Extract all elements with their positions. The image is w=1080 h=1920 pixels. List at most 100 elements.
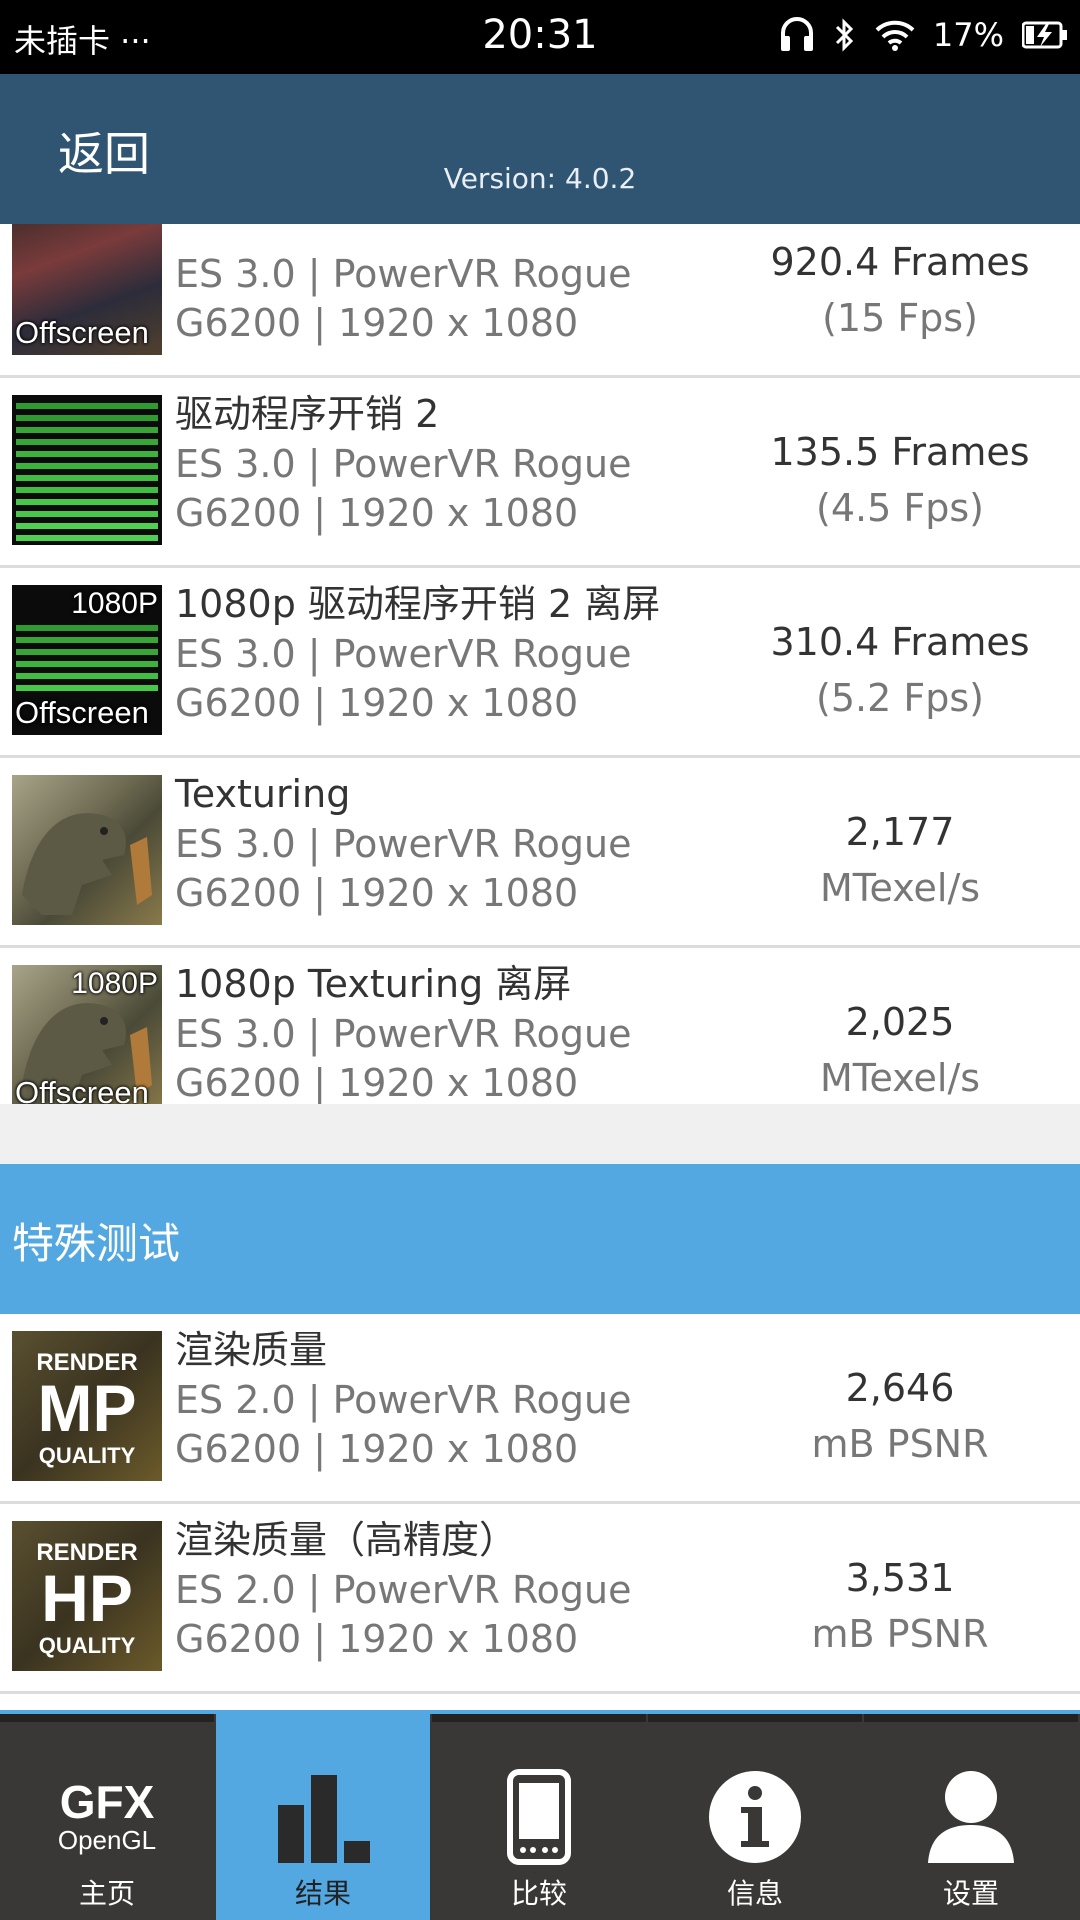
thumbnail-offscreen-label: Offscreen: [15, 695, 149, 730]
section-header-special-tests: 特殊测试: [0, 1164, 1080, 1314]
row-api-line: ES 2.0 | PowerVR Rogue: [175, 1568, 632, 1612]
driver-overhead-bars-icon: [16, 403, 158, 541]
row-resolution-line: G6200 | 1920 x 1080: [175, 1617, 579, 1661]
row-title: 1080p 驱动程序开销 2 离屏: [175, 582, 661, 626]
person-icon: [864, 1762, 1078, 1872]
score-value: 2,646: [845, 1366, 955, 1410]
row-resolution-line: G6200 | 1920 x 1080: [175, 681, 579, 725]
tab-label: 主页: [78, 1877, 135, 1910]
row-api-line: ES 3.0 | PowerVR Rogue: [175, 442, 632, 486]
status-bar: 未插卡 ··· 20:31 17%: [0, 0, 1080, 74]
benchmark-thumbnail: RENDER MP QUALITY: [12, 1331, 162, 1481]
thumbnail-1080p-label: 1080P: [71, 587, 158, 620]
score-value: 2,025: [845, 1000, 955, 1044]
result-row[interactable]: RENDER HP QUALITY 渲染质量（高精度） ES 2.0 | Pow…: [0, 1504, 1080, 1694]
row-score: 3,531 mB PSNR: [740, 1550, 1060, 1662]
row-api-line: ES 2.0 | PowerVR Rogue: [175, 1378, 632, 1422]
score-unit: (15 Fps): [822, 296, 978, 340]
tab-label: 设置: [942, 1877, 999, 1910]
row-score: 2,177 MTexel/s: [740, 804, 1060, 916]
row-text: 渲染质量 ES 2.0 | PowerVR Rogue G6200 | 1920…: [175, 1324, 715, 1474]
row-title: 渲染质量（高精度）: [175, 1518, 518, 1562]
result-row[interactable]: Offscreen ES 3.0 | PowerVR Rogue G6200 |…: [0, 224, 1080, 378]
benchmark-thumbnail: Offscreen: [12, 224, 162, 355]
tab-compare[interactable]: 比较: [432, 1714, 646, 1920]
score-value: 3,531: [845, 1556, 955, 1600]
gfx-logo-text: GFX: [59, 1776, 155, 1828]
mp-label: MP: [37, 1371, 137, 1445]
row-text: 1080p 驱动程序开销 2 离屏 ES 3.0 | PowerVR Rogue…: [175, 578, 715, 728]
battery-charging-icon: [1022, 20, 1068, 50]
row-api-line: ES 3.0 | PowerVR Rogue: [175, 822, 632, 866]
row-title: 驱动程序开销 2: [175, 392, 440, 436]
gfx-logo-icon: GFX OpenGL: [0, 1762, 214, 1872]
row-api-line: ES 3.0 | PowerVR Rogue: [175, 632, 632, 676]
tab-label: 信息: [726, 1877, 783, 1910]
row-resolution-line: G6200 | 1920 x 1080: [175, 1061, 579, 1105]
tab-info[interactable]: 信息: [648, 1714, 862, 1920]
row-score: 135.5 Frames (4.5 Fps): [740, 424, 1060, 536]
info-icon: [648, 1762, 862, 1872]
tab-label: 结果: [294, 1877, 351, 1910]
row-score: 920.4 Frames (15 Fps): [740, 234, 1060, 346]
row-resolution-line: G6200 | 1920 x 1080: [175, 871, 579, 915]
score-value: 2,177: [845, 810, 955, 854]
row-title: 1080p Texturing 离屏: [175, 962, 572, 1006]
row-score: 310.4 Frames (5.2 Fps): [740, 614, 1060, 726]
thumbnail-offscreen-label: Offscreen: [15, 315, 149, 350]
row-resolution-line: G6200 | 1920 x 1080: [175, 1427, 579, 1471]
row-resolution-line: G6200 | 1920 x 1080: [175, 491, 579, 535]
hp-label: HP: [41, 1561, 133, 1635]
row-api-line: ES 3.0 | PowerVR Rogue: [175, 1012, 632, 1056]
score-unit: (4.5 Fps): [816, 486, 984, 530]
score-unit: (5.2 Fps): [816, 676, 984, 720]
tab-home[interactable]: GFX OpenGL 主页: [0, 1714, 214, 1920]
row-text: 1080p Texturing 离屏 ES 3.0 | PowerVR Rogu…: [175, 958, 715, 1108]
row-title: Texturing: [175, 772, 351, 816]
result-row[interactable]: 驱动程序开销 2 ES 3.0 | PowerVR Rogue G6200 | …: [0, 378, 1080, 568]
benchmark-thumbnail: 1080P Offscreen: [12, 965, 162, 1115]
benchmark-thumbnail: [12, 395, 162, 545]
row-text: Texturing ES 3.0 | PowerVR Rogue G6200 |…: [175, 768, 715, 918]
status-icons: 17%: [779, 16, 1068, 54]
section-title: 特殊测试: [12, 1219, 181, 1268]
benchmark-thumbnail: RENDER HP QUALITY: [12, 1521, 162, 1671]
quality-label: QUALITY: [38, 1443, 136, 1468]
phone-icon: [432, 1762, 646, 1872]
score-unit: mB PSNR: [811, 1422, 989, 1466]
tab-results[interactable]: 结果: [216, 1714, 430, 1920]
score-unit: MTexel/s: [819, 866, 981, 910]
row-api-line: ES 3.0 | PowerVR Rogue: [175, 252, 632, 296]
row-score: 2,025 MTexel/s: [740, 994, 1060, 1106]
benchmark-thumbnail: [12, 775, 162, 925]
bottom-navigation: GFX OpenGL 主页 结果 比较 信息 设置: [0, 1710, 1080, 1920]
result-row[interactable]: RENDER MP QUALITY 渲染质量 ES 2.0 | PowerVR …: [0, 1314, 1080, 1504]
score-value: 920.4 Frames: [770, 240, 1030, 284]
results-list[interactable]: Offscreen ES 3.0 | PowerVR Rogue G6200 |…: [0, 224, 1080, 1710]
tab-label: 比较: [510, 1877, 567, 1910]
thumbnail-1080p-label: 1080P: [71, 967, 158, 1000]
quality-label: QUALITY: [38, 1633, 136, 1658]
result-row[interactable]: 1080P Offscreen 1080p 驱动程序开销 2 离屏 ES 3.0…: [0, 568, 1080, 758]
tab-settings[interactable]: 设置: [864, 1714, 1078, 1920]
bluetooth-icon: [833, 17, 857, 53]
headphones-icon: [779, 16, 815, 54]
result-row[interactable]: Texturing ES 3.0 | PowerVR Rogue G6200 |…: [0, 758, 1080, 948]
score-value: 310.4 Frames: [770, 620, 1030, 664]
version-label: Version: 4.0.2: [443, 162, 637, 195]
benchmark-thumbnail: 1080P Offscreen: [12, 585, 162, 735]
score-unit: MTexel/s: [819, 1056, 981, 1100]
app-header: 返回 Version: 4.0.2: [0, 74, 1080, 224]
battery-percent: 17%: [932, 16, 1004, 54]
wifi-icon: [875, 19, 915, 51]
score-value: 135.5 Frames: [770, 430, 1030, 474]
section-spacer: [0, 1104, 1080, 1164]
score-unit: mB PSNR: [811, 1612, 989, 1656]
dinosaur-icon: [22, 813, 152, 915]
row-text: 渲染质量（高精度） ES 2.0 | PowerVR Rogue G6200 |…: [175, 1514, 715, 1664]
bar-chart-icon: [216, 1762, 430, 1872]
row-resolution-line: G6200 | 1920 x 1080: [175, 301, 579, 345]
row-score: 2,646 mB PSNR: [740, 1360, 1060, 1472]
opengl-logo-text: OpenGL: [57, 1825, 157, 1855]
row-text: ES 3.0 | PowerVR Rogue G6200 | 1920 x 10…: [175, 224, 715, 348]
